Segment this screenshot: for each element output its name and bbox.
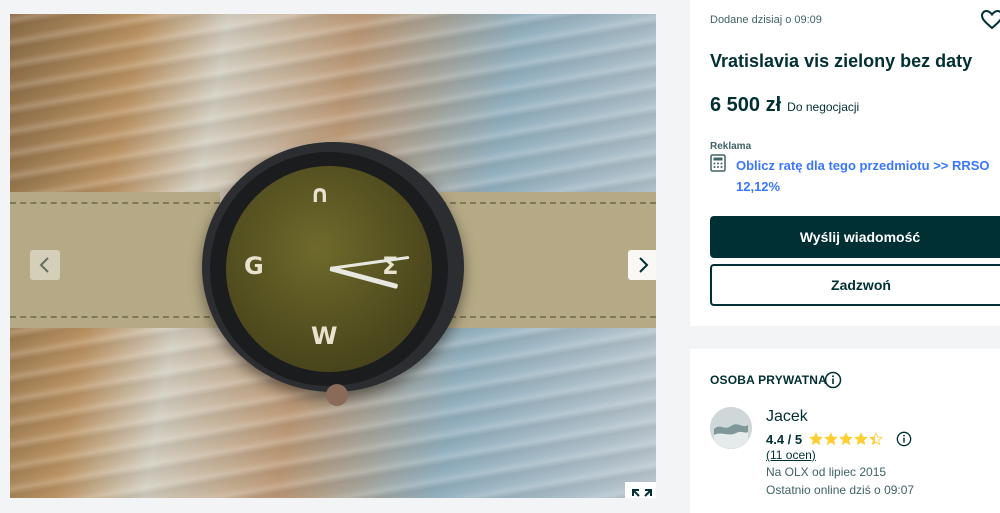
avatar-icon: [710, 407, 752, 449]
rating-stars: [809, 432, 884, 446]
star-icon: [839, 432, 854, 446]
star-icon: [809, 432, 824, 446]
chevron-left-icon: [39, 257, 49, 273]
expand-icon: [632, 489, 652, 497]
heart-icon: [980, 9, 1000, 30]
seller-type-label: OSOBA PRYWATNA: [710, 373, 828, 387]
listing-price: 6 500 zł: [710, 94, 782, 116]
gallery-next-button[interactable]: [628, 250, 656, 280]
info-icon[interactable]: [824, 371, 842, 389]
star-icon: [869, 432, 884, 446]
price-row: 6 500 zł Do negocjacji: [710, 94, 859, 117]
listing-panel: Dodane dzisiaj o 09:09 Vratislavia vis z…: [690, 0, 1000, 326]
star-icon: [824, 432, 839, 446]
watch-crown: [326, 384, 348, 406]
seller-name: Jacek: [766, 408, 808, 425]
calculator-icon: [710, 154, 726, 172]
star-icon: [854, 432, 869, 446]
seller-rating-row: 4.4 / 5: [766, 431, 912, 447]
installment-calculator-link[interactable]: Oblicz ratę dla tego przedmiotu >> RRSO …: [736, 155, 996, 197]
rating-info-icon[interactable]: [896, 431, 912, 447]
seller-member-since: Na OLX od lipiec 2015: [766, 465, 887, 479]
gallery-expand-button[interactable]: [625, 482, 656, 498]
chevron-right-icon: [639, 257, 649, 273]
listing-title: Vratislavia vis zielony bez daty: [710, 51, 973, 71]
seller-panel: OSOBA PRYWATNA Jacek 4.4 / 5 (11 ocen) N…: [690, 349, 1000, 513]
seller-avatar: [710, 407, 752, 449]
photo-gallery[interactable]: ∩ G Σ W: [10, 14, 656, 498]
favorite-button[interactable]: [980, 8, 1000, 32]
watch-numeral-9: G: [244, 252, 264, 280]
seller-last-online: Ostatnio online dziś o 09:07: [766, 483, 915, 497]
negotiable-label: Do negocjacji: [787, 100, 860, 114]
call-button[interactable]: Zadzwoń: [710, 264, 1000, 306]
listing-added-date: Dodane dzisiaj o 09:09: [710, 14, 822, 26]
gallery-prev-button[interactable]: [30, 250, 60, 280]
send-message-button[interactable]: Wyślij wiadomość: [710, 216, 1000, 258]
watch-numeral-12: ∩: [310, 180, 330, 208]
seller-rating: 4.4 / 5: [766, 431, 803, 447]
ad-label: Reklama: [710, 141, 752, 152]
watch-numeral-6: W: [311, 322, 338, 350]
watch-numeral-3: Σ: [382, 252, 399, 280]
seller-reviews-link[interactable]: (11 ocen): [766, 448, 816, 462]
watch-strap-right: [440, 192, 656, 328]
